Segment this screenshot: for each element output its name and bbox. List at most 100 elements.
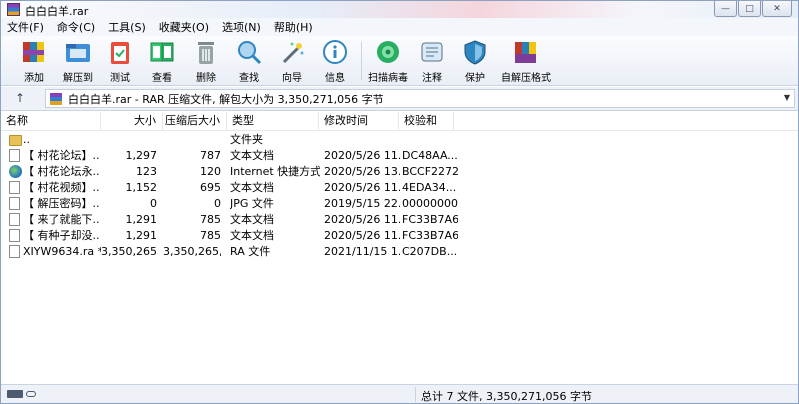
winrar-window: 白白白羊.rar — □ ✕ 文件(F) 命令(C) 工具(S) 收藏夹(O) … <box>0 0 799 404</box>
file-packed: 787 <box>200 149 221 162</box>
comment-button[interactable]: 注释 <box>411 38 453 84</box>
virus-scan-label: 扫描病毒 <box>368 73 408 84</box>
file-crc: 4EDA34... <box>402 181 457 194</box>
col-type[interactable]: 类型 <box>227 112 319 131</box>
shield-icon <box>460 38 490 66</box>
file-crc: C207DB... <box>402 245 458 258</box>
view-button[interactable]: 查看 <box>141 38 183 84</box>
col-packed[interactable]: 压缩后大小 <box>163 112 227 131</box>
minimize-button[interactable]: — <box>714 1 737 17</box>
wand-icon <box>277 38 307 66</box>
file-row[interactable]: 【 来了就能下... 1,291 785 文本文档 2020/5/26 11..… <box>1 212 798 228</box>
file-row-parent[interactable]: .. 文件夹 <box>1 132 798 148</box>
file-crc: FC33B7A6 <box>402 229 458 242</box>
add-label: 添加 <box>24 73 44 84</box>
file-size: 1,291 <box>125 229 158 242</box>
file-packed: 785 <box>200 229 221 242</box>
extract-to-label: 解压到 <box>63 73 93 84</box>
file-packed: 0 <box>214 197 221 210</box>
status-bar: 总计 7 文件, 3,350,271,056 字节 <box>1 384 798 403</box>
protect-label: 保护 <box>465 73 485 84</box>
file-crc: FC33B7A6 <box>402 213 458 226</box>
file-type: 文本文档 <box>230 181 274 194</box>
menu-tools[interactable]: 工具(S) <box>108 19 146 35</box>
close-button[interactable]: ✕ <box>762 1 792 17</box>
file-row[interactable]: 【 有种子却没... 1,291 785 文本文档 2020/5/26 11..… <box>1 228 798 244</box>
virus-scan-button[interactable]: 扫描病毒 <box>367 38 409 84</box>
file-modified: 2020/5/26 11... <box>324 181 400 194</box>
col-crc[interactable]: 校验和 <box>399 112 454 131</box>
wizard-button[interactable]: 向导 <box>271 38 313 84</box>
drive-icon[interactable] <box>7 390 23 398</box>
image-file-icon <box>9 197 20 210</box>
find-label: 查找 <box>239 73 259 84</box>
address-field[interactable]: 白白白羊.rar - RAR 压缩文件, 解包大小为 3,350,271,056… <box>45 89 795 108</box>
file-name: 【 解压密码】... <box>23 197 99 210</box>
magnifier-icon <box>234 38 264 66</box>
file-name: 【 来了就能下... <box>23 213 99 226</box>
clipboard-test-icon <box>105 38 135 66</box>
file-modified: 2020/5/26 11... <box>324 229 400 242</box>
book-view-icon <box>147 38 177 66</box>
sfx-icon <box>511 38 541 66</box>
menu-file[interactable]: 文件(F) <box>7 19 44 35</box>
key-icon[interactable] <box>26 391 36 397</box>
add-button[interactable]: 添加 <box>13 38 55 84</box>
address-bar: ↑ 白白白羊.rar - RAR 压缩文件, 解包大小为 3,350,271,0… <box>1 87 798 111</box>
protect-button[interactable]: 保护 <box>454 38 496 84</box>
sfx-label: 自解压格式 <box>501 73 551 84</box>
file-type: 文本文档 <box>230 229 274 242</box>
toolbar-separator <box>361 42 362 80</box>
file-name: 【 村花论坛永... <box>23 165 99 178</box>
rar-archive-icon <box>50 92 62 105</box>
file-size: 1,291 <box>125 213 158 226</box>
menu-favorites[interactable]: 收藏夹(O) <box>159 19 209 35</box>
file-size: 1,152 <box>125 181 158 194</box>
col-modified[interactable]: 修改时间 <box>319 112 399 131</box>
menu-options[interactable]: 选项(N) <box>222 19 261 35</box>
comment-icon <box>417 38 447 66</box>
folder-extract-icon <box>63 38 93 66</box>
col-size[interactable]: 大小 <box>101 112 163 131</box>
menu-commands[interactable]: 命令(C) <box>57 19 95 35</box>
file-row[interactable]: 【 村花论坛永... 123 120 Internet 快捷方式 2020/5/… <box>1 164 798 180</box>
text-document-icon <box>9 213 20 226</box>
text-document-icon <box>9 229 20 242</box>
view-label: 查看 <box>152 73 172 84</box>
test-button[interactable]: 测试 <box>99 38 141 84</box>
internet-shortcut-icon <box>9 165 22 178</box>
test-label: 测试 <box>110 73 130 84</box>
menu-bar: 文件(F) 命令(C) 工具(S) 收藏夹(O) 选项(N) 帮助(H) <box>1 18 798 36</box>
info-icon <box>320 38 350 66</box>
file-name: 【 村花论坛】... <box>23 149 99 162</box>
file-type: 文本文档 <box>230 149 274 162</box>
delete-button[interactable]: 删除 <box>185 38 227 84</box>
chevron-down-icon[interactable]: ▼ <box>784 93 790 102</box>
file-type: JPG 文件 <box>230 197 274 210</box>
file-crc: BCCF2272 <box>402 165 458 178</box>
folder-icon <box>9 135 22 146</box>
address-text: 白白白羊.rar - RAR 压缩文件, 解包大小为 3,350,271,056… <box>68 92 384 106</box>
file-name: 【 有种子却没... <box>23 229 99 242</box>
extract-to-button[interactable]: 解压到 <box>57 38 99 84</box>
file-size: 0 <box>150 197 157 210</box>
column-header: 名称 大小 压缩后大小 类型 修改时间 校验和 <box>1 112 798 131</box>
sfx-button[interactable]: 自解压格式 <box>501 38 551 84</box>
file-row[interactable]: 【 村花视频】... 1,152 695 文本文档 2020/5/26 11..… <box>1 180 798 196</box>
col-name[interactable]: 名称 <box>1 112 101 131</box>
file-modified: 2019/5/15 22... <box>324 197 400 210</box>
up-arrow-icon[interactable]: ↑ <box>11 91 29 107</box>
file-row[interactable]: 【 村花论坛】... 1,297 787 文本文档 2020/5/26 11..… <box>1 148 798 164</box>
trash-icon <box>191 38 221 66</box>
file-name: XIYW9634.ra * <box>23 245 101 258</box>
books-add-icon <box>19 38 49 66</box>
menu-help[interactable]: 帮助(H) <box>274 19 313 35</box>
info-button[interactable]: 信息 <box>314 38 356 84</box>
status-divider <box>415 387 416 402</box>
maximize-button[interactable]: □ <box>738 1 761 17</box>
window-title: 白白白羊.rar <box>25 5 89 18</box>
title-bar[interactable]: 白白白羊.rar — □ ✕ <box>1 1 798 18</box>
find-button[interactable]: 查找 <box>228 38 270 84</box>
file-row[interactable]: XIYW9634.ra * 3,350,265,... 3,350,265,..… <box>1 244 798 260</box>
file-row[interactable]: 【 解压密码】... 0 0 JPG 文件 2019/5/15 22... 00… <box>1 196 798 212</box>
